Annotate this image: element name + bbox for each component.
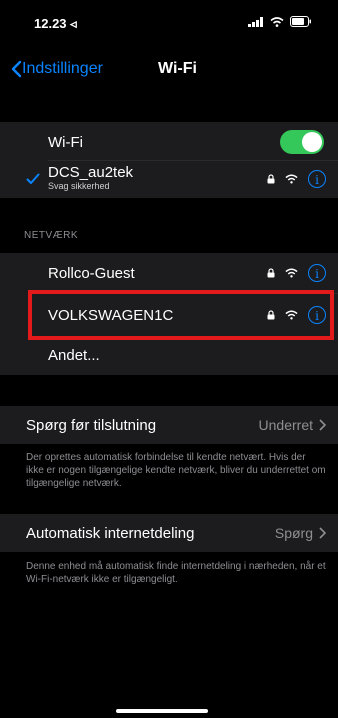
ask-to-join-row[interactable]: Spørg før tilslutning Underret xyxy=(0,407,338,443)
wifi-status-icon xyxy=(270,16,284,27)
wifi-toggle[interactable] xyxy=(280,130,324,154)
status-icons xyxy=(248,16,312,27)
back-button[interactable]: Indstillinger xyxy=(10,60,103,78)
ask-to-join-footer: Der oprettes automatisk forbindelse til … xyxy=(26,452,326,489)
navigation-bar: Indstillinger Wi-Fi xyxy=(0,52,338,96)
network-name: Rollco-Guest xyxy=(48,264,135,282)
auto-hotspot-group: Automatisk internetdeling Spørg xyxy=(0,514,338,552)
network-name: Andet... xyxy=(48,346,100,364)
info-icon[interactable]: i xyxy=(308,170,326,188)
toggle-knob xyxy=(302,132,322,152)
chevron-left-icon xyxy=(11,60,22,78)
home-indicator[interactable] xyxy=(116,709,208,713)
connected-network-security: Svag sikkerhed xyxy=(48,181,110,191)
network-icons: i xyxy=(267,264,326,282)
connected-network-name: DCS_au2tek xyxy=(48,164,134,181)
connected-network-icons: i xyxy=(267,170,326,188)
auto-hotspot-value-wrap: Spørg xyxy=(275,525,326,541)
status-bar: 12.23 ◃ xyxy=(0,0,338,44)
highlight-box xyxy=(28,290,334,340)
ask-to-join-group: Spørg før tilslutning Underret xyxy=(0,406,338,444)
info-icon[interactable]: i xyxy=(308,264,326,282)
ask-to-join-value-wrap: Underret xyxy=(259,417,326,433)
auto-hotspot-footer: Denne enhed må automatisk finde internet… xyxy=(26,561,326,585)
battery-icon xyxy=(290,16,311,27)
lock-icon xyxy=(267,268,275,278)
network-row-other[interactable]: Andet... xyxy=(0,337,338,373)
cellular-signal-icon xyxy=(248,16,263,27)
wifi-toggle-row: Wi-Fi xyxy=(0,124,338,160)
back-label: Indstillinger xyxy=(22,60,103,77)
checkmark-icon xyxy=(26,173,40,184)
status-time: 12.23 ◃ xyxy=(34,16,77,31)
auto-hotspot-row[interactable]: Automatisk internetdeling Spørg xyxy=(0,515,338,551)
wifi-strength-icon xyxy=(285,268,298,278)
networks-section-header: NETVÆRK xyxy=(24,230,79,241)
phone-screen: 12.23 ◃ Indstillinger Wi-Fi Wi-Fi DCS_au… xyxy=(0,0,338,718)
wifi-label: Wi-Fi xyxy=(48,133,83,151)
ask-to-join-value: Underret xyxy=(258,417,313,433)
wifi-group: Wi-Fi DCS_au2tek Svag sikkerhed i xyxy=(0,122,338,198)
connected-network-text: DCS_au2tek Svag sikkerhed xyxy=(48,164,133,192)
auto-hotspot-label: Automatisk internetdeling xyxy=(26,524,195,542)
auto-hotspot-value: Spørg xyxy=(274,525,313,541)
ask-to-join-label: Spørg før tilslutning xyxy=(26,416,157,434)
lock-icon xyxy=(267,174,275,184)
wifi-strength-icon xyxy=(285,174,298,184)
network-row-rollco-guest[interactable]: Rollco-Guest i xyxy=(0,255,338,291)
connected-network-row[interactable]: DCS_au2tek Svag sikkerhed i xyxy=(0,161,338,197)
chevron-right-icon xyxy=(319,419,326,431)
page-title: Wi-Fi xyxy=(158,60,197,77)
chevron-right-icon xyxy=(319,527,326,539)
